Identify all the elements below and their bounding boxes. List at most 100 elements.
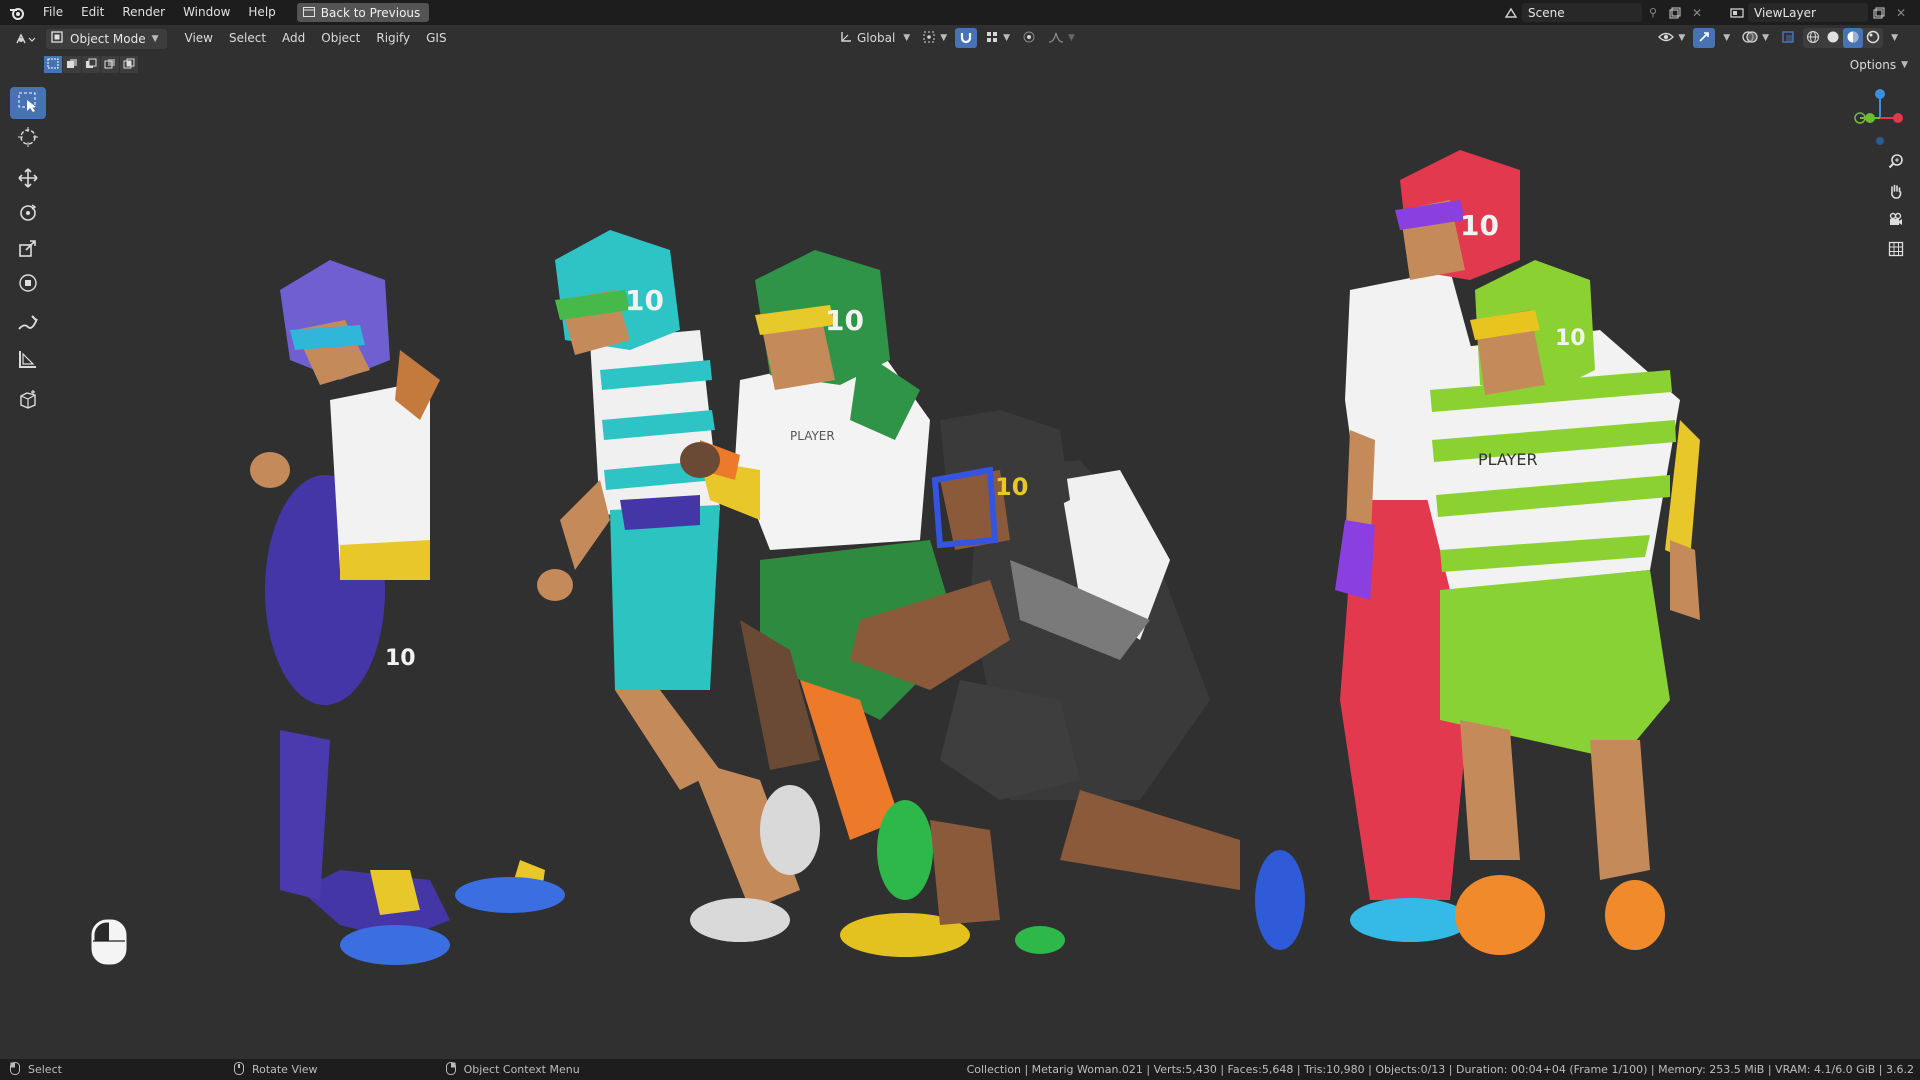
view-layer-field[interactable]: ViewLayer — [1748, 3, 1868, 22]
menu-gis[interactable]: GIS — [418, 25, 454, 52]
close-icon[interactable]: ✕ — [1890, 3, 1912, 22]
solid-shading-button[interactable] — [1823, 28, 1843, 48]
jersey-text-label: PLAYER — [790, 429, 835, 443]
cursor-tool[interactable] — [10, 122, 46, 154]
transform-orientation-dropdown[interactable]: Global ▼ — [835, 28, 914, 48]
select-intersect-button[interactable] — [120, 56, 138, 73]
scene-name-label: Scene — [1528, 5, 1565, 20]
proportional-icon — [1022, 30, 1036, 47]
z-negative-axis-handle[interactable] — [1876, 137, 1884, 145]
scale-tool[interactable] — [10, 233, 46, 265]
close-icon[interactable]: ✕ — [1686, 3, 1708, 22]
navigation-gizmo[interactable] — [1848, 86, 1908, 152]
select-extend-icon — [66, 58, 78, 72]
menu-view[interactable]: View — [177, 25, 221, 52]
add-cube-tool[interactable] — [10, 385, 46, 417]
pivot-point-dropdown[interactable]: ▼ — [918, 28, 951, 48]
transform-tool[interactable] — [10, 268, 46, 300]
magnet-icon — [959, 30, 973, 47]
options-dropdown[interactable]: Options ▼ — [1850, 56, 1908, 74]
menu-window[interactable]: Window — [174, 0, 239, 25]
blender-logo-icon[interactable] — [0, 0, 34, 25]
viewport-display-tools: ▼ ▼ ▼ ▼ — [1654, 28, 1902, 48]
proportional-edit-toggle[interactable] — [1018, 28, 1040, 48]
rendered-shading-button[interactable] — [1863, 28, 1883, 48]
move-tool[interactable] — [10, 163, 46, 195]
cursor-crosshair-icon — [17, 126, 39, 151]
status-context-label: Object Context Menu — [463, 1063, 580, 1076]
new-view-layer-icon[interactable] — [1868, 3, 1890, 22]
chevron-down-icon: ▼ — [1723, 33, 1731, 43]
chevron-down-icon: ▼ — [151, 33, 159, 44]
overlays-toggle[interactable]: ▼ — [1738, 28, 1773, 48]
camera-icon — [1888, 212, 1904, 231]
view-layer-icon[interactable] — [1726, 3, 1748, 22]
jersey-number-label: 10 — [1460, 209, 1499, 242]
editor-type-icon[interactable] — [10, 29, 40, 48]
options-label: Options — [1849, 58, 1897, 72]
menu-render[interactable]: Render — [113, 0, 174, 25]
xray-icon — [1781, 30, 1795, 47]
y-axis-handle[interactable] — [1865, 113, 1875, 123]
rotate-tool[interactable] — [10, 198, 46, 230]
snap-target-dropdown[interactable]: ▼ — [981, 28, 1014, 48]
scene-icon[interactable] — [1500, 3, 1522, 22]
snap-toggle[interactable] — [955, 28, 978, 48]
select-intersect-icon — [123, 58, 135, 72]
transform-tools: Global ▼ ▼ ▼ ▼ — [835, 28, 1079, 48]
wireframe-shading-button[interactable] — [1803, 28, 1823, 48]
select-invert-icon — [104, 58, 116, 72]
back-to-previous-button[interactable]: Back to Previous — [296, 3, 430, 22]
ruler-icon — [17, 348, 39, 373]
select-invert-button[interactable] — [101, 56, 119, 73]
annotate-pencil-icon — [17, 313, 39, 338]
xray-toggle[interactable] — [1777, 28, 1799, 48]
select-subtract-icon — [85, 58, 97, 72]
falloff-dropdown[interactable]: ▼ — [1044, 28, 1079, 48]
menu-rigify[interactable]: Rigify — [368, 25, 418, 52]
pan-view-button[interactable] — [1884, 180, 1908, 204]
player-red: 10 — [1335, 150, 1520, 942]
object-mode-dropdown[interactable]: Object Mode ▼ — [46, 28, 167, 49]
x-axis-handle[interactable] — [1893, 113, 1903, 123]
measure-tool[interactable] — [10, 344, 46, 376]
menu-file[interactable]: File — [34, 0, 72, 25]
select-extend-button[interactable] — [63, 56, 81, 73]
rendered-sphere-icon — [1866, 30, 1880, 47]
menu-object[interactable]: Object — [313, 25, 368, 52]
blender-window: 10 10 10 PLAYER 10 10 10 PLAYER File Edi… — [0, 0, 1920, 1080]
wireframe-sphere-icon — [1806, 30, 1820, 47]
orientation-icon — [839, 30, 853, 47]
select-new-button[interactable] — [44, 56, 62, 73]
camera-view-button[interactable] — [1884, 209, 1908, 233]
shading-options-dropdown[interactable]: ▼ — [1887, 28, 1902, 48]
material-preview-button[interactable] — [1843, 28, 1864, 48]
status-select-hint: Select — [10, 1061, 62, 1078]
selection-mode-group — [44, 56, 138, 73]
menu-add[interactable]: Add — [274, 25, 313, 52]
shading-mode-group — [1803, 28, 1884, 48]
new-scene-icon[interactable] — [1664, 3, 1686, 22]
gizmo-dropdown[interactable]: ▼ — [1719, 28, 1734, 48]
pin-icon[interactable]: ⚲ — [1642, 3, 1664, 22]
select-box-tool[interactable] — [10, 87, 46, 119]
gizmo-toggle[interactable] — [1693, 28, 1716, 48]
perspective-toggle-button[interactable] — [1884, 238, 1908, 262]
mouse-middle-icon — [233, 1061, 244, 1078]
player-purple: 10 — [250, 260, 565, 965]
transform-orientation-label: Global — [857, 31, 896, 45]
menu-help[interactable]: Help — [239, 0, 284, 25]
select-new-icon — [47, 58, 59, 72]
visibility-dropdown[interactable]: ▼ — [1654, 28, 1689, 48]
scene-name-field[interactable]: Scene — [1522, 3, 1642, 22]
player-teal: 10 — [537, 230, 820, 942]
menu-select[interactable]: Select — [221, 25, 274, 52]
select-subtract-button[interactable] — [82, 56, 100, 73]
zoom-view-button[interactable] — [1884, 150, 1908, 174]
annotate-tool[interactable] — [10, 309, 46, 341]
z-axis-handle[interactable] — [1875, 89, 1885, 99]
scale-icon — [17, 237, 39, 262]
menu-edit[interactable]: Edit — [72, 0, 113, 25]
jersey-number-label: 10 — [385, 646, 416, 671]
mouse-left-icon — [10, 1061, 20, 1078]
